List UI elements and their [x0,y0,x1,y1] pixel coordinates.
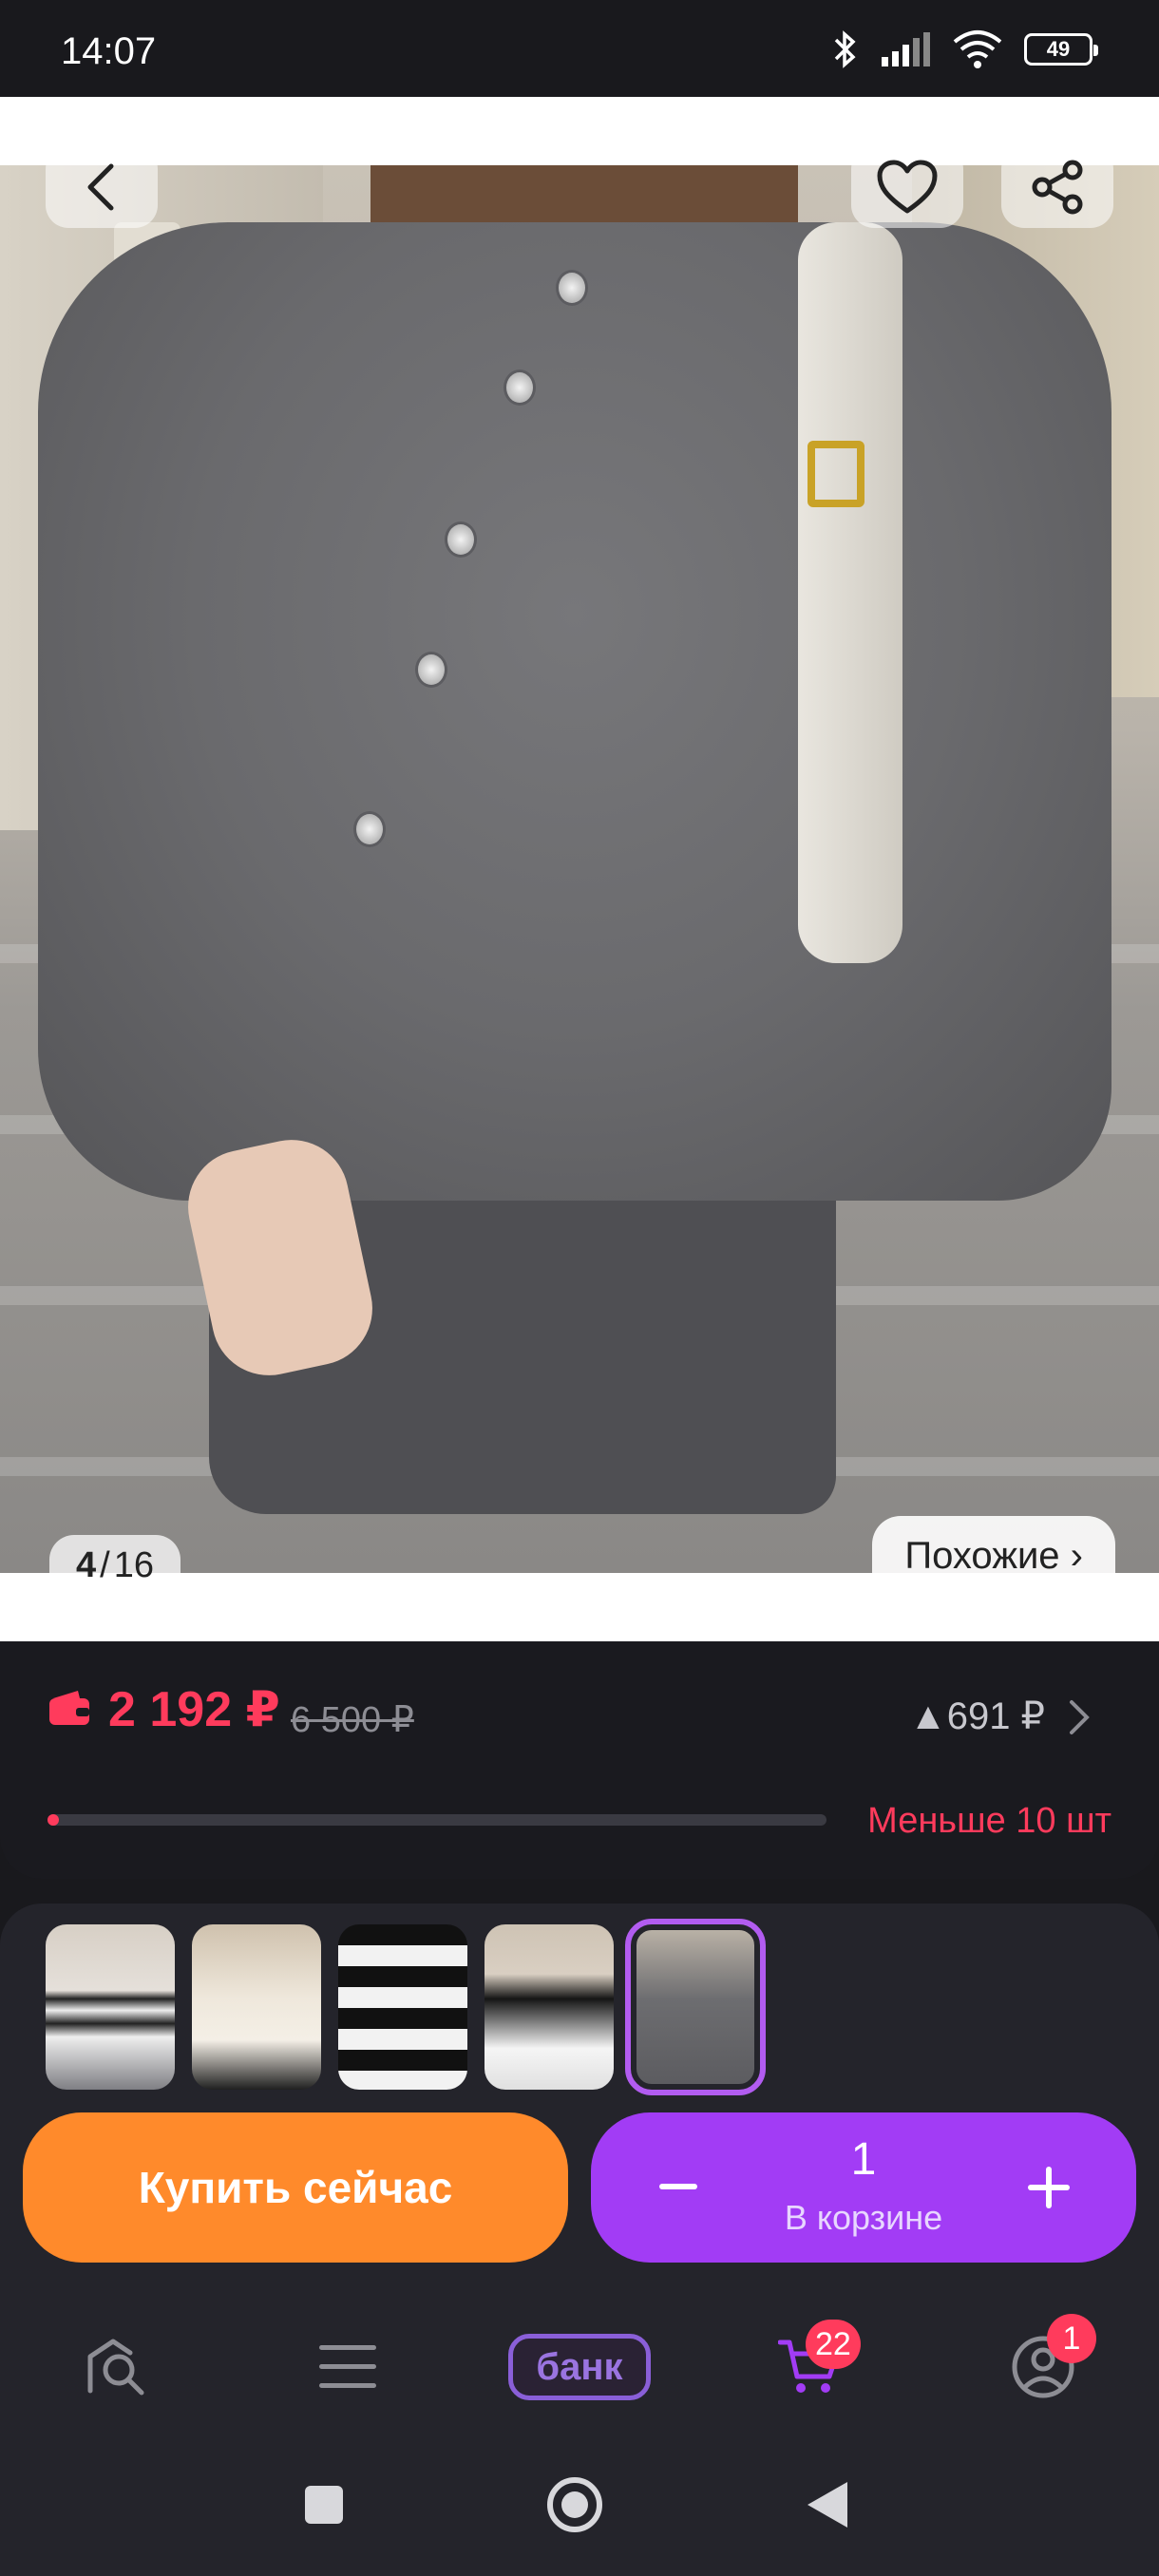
gallery-current-index: 4 [76,1544,97,1585]
battery-icon: 49 [1024,33,1098,66]
nav-cart[interactable]: 22 [752,2320,866,2415]
status-time: 14:07 [61,30,157,72]
heart-icon [877,160,938,214]
bluetooth-icon [834,30,856,68]
photo-bag [798,222,902,963]
nav-home[interactable] [59,2320,173,2415]
variant-thumbnail-selected[interactable] [625,1919,766,2095]
catalog-icon [319,2345,376,2388]
status-bar: 14:07 49 [0,0,1159,97]
price-card: 2 192 ₽ 6 500 ₽ ▲691 ₽ Меньше 10 шт [0,1641,1159,1879]
nav-bank[interactable]: банк [508,2320,651,2415]
home-button[interactable] [532,2462,618,2548]
plus-icon [1028,2167,1070,2208]
variant-thumbnail[interactable] [338,1924,467,2090]
increase-quantity-button[interactable] [1011,2147,1087,2228]
cart-badge: 22 [806,2320,861,2369]
system-back-button[interactable] [785,2462,870,2548]
wifi-icon [953,30,1002,68]
square-icon [305,2486,343,2524]
price-difference[interactable]: ▲691 ₽ [909,1695,1045,1738]
share-icon [1032,160,1083,215]
chevron-right-icon[interactable] [1068,1698,1091,1736]
variant-thumbnail[interactable] [192,1924,321,2090]
photo-button [353,811,386,847]
photo-buckle [808,441,864,507]
back-button[interactable] [46,146,158,228]
price-current: 2 192 ₽ [108,1682,280,1737]
photo-button [415,652,447,688]
gallery-counter: 4 / 16 [49,1535,180,1596]
system-navigation-bar [0,2434,1159,2576]
profile-badge: 1 [1047,2314,1096,2363]
variant-thumbnail[interactable] [484,1924,614,2090]
circle-icon [547,2477,602,2532]
product-gallery[interactable]: 4 / 16 Похожие › [0,97,1159,1641]
photo-button [504,369,536,406]
bottom-navigation: банк 22 1 [0,2301,1159,2434]
variant-thumbnail[interactable] [46,1924,175,2090]
share-button[interactable] [1001,146,1113,228]
status-icons: 49 [832,28,1098,70]
photo-cardigan [38,222,1112,1201]
stock-progress-fill [48,1814,60,1826]
photo-button [445,521,477,558]
photo-button [556,270,588,306]
signal-icon [882,32,930,66]
product-photo[interactable] [0,165,1159,1573]
buy-now-button[interactable]: Купить сейчас [23,2112,568,2263]
wallet-icon [49,1691,89,1725]
favorite-button[interactable] [851,146,963,228]
cart-stepper: 1 В корзине [591,2112,1136,2263]
nav-profile[interactable]: 1 [986,2314,1100,2415]
variant-list [46,1919,766,2095]
similar-button[interactable]: Похожие › [872,1516,1115,1596]
bank-label: банк [508,2334,651,2400]
nav-catalog[interactable] [291,2320,405,2415]
gallery-total: 16 [113,1544,154,1585]
gallery-counter-separator: / [100,1544,110,1585]
stock-label: Меньше 10 шт [867,1801,1112,1841]
triangle-back-icon [808,2482,847,2528]
stock-progress-bar [48,1814,826,1826]
home-icon [87,2339,144,2396]
back-icon [87,163,114,211]
price-old: 6 500 ₽ [291,1700,414,1740]
recents-button[interactable] [281,2462,367,2548]
